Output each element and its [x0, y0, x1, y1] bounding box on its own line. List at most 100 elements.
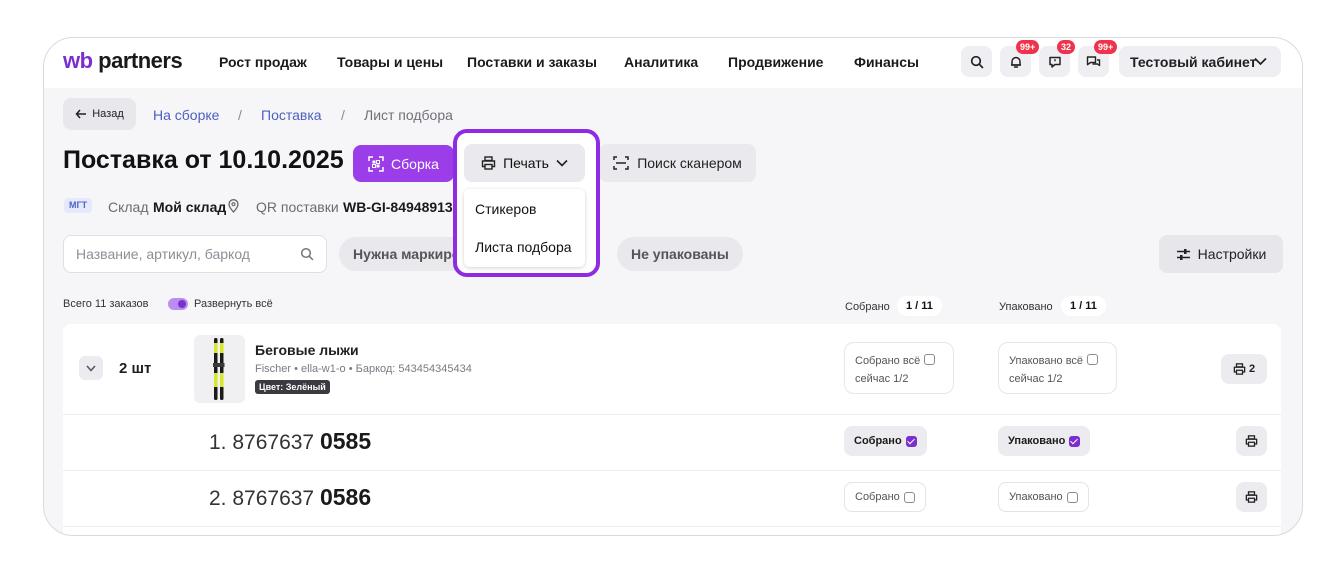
collected-summary-label: Собрано: [845, 301, 890, 313]
back-button[interactable]: Назад: [63, 98, 136, 130]
row-divider: [63, 470, 1281, 471]
item-packed-label: Упаковано: [1009, 491, 1063, 503]
search-input[interactable]: [74, 245, 298, 263]
scanner-search-label: Поиск сканером: [637, 155, 742, 171]
nav-promotion[interactable]: Продвижение: [728, 54, 823, 70]
packed-all-label: Упаковано всё: [1009, 355, 1084, 367]
search-button[interactable]: [961, 46, 992, 77]
print-item-button[interactable]: [1236, 426, 1267, 456]
print-menu-stickers[interactable]: Стикеров: [475, 201, 536, 217]
settings-label: Настройки: [1197, 246, 1267, 262]
chevron-down-icon: [1254, 57, 1267, 66]
chats-button[interactable]: 99+: [1078, 40, 1118, 77]
breadcrumb-current: Лист подбора: [364, 107, 453, 123]
nav-finance[interactable]: Финансы: [854, 54, 919, 70]
item-collected-toggle[interactable]: Собрано: [844, 482, 926, 512]
account-switcher[interactable]: Тестовый кабинет: [1119, 46, 1281, 77]
breadcrumb-separator: /: [341, 107, 345, 123]
skis-image: [213, 338, 225, 400]
feedback-button[interactable]: 32: [1039, 40, 1076, 77]
row-divider: [63, 414, 1281, 415]
item-collected-toggle[interactable]: Собрано: [844, 426, 927, 456]
packed-summary-label: Упаковано: [999, 301, 1053, 313]
product-quantity: 2 шт: [119, 360, 152, 377]
nav-analytics[interactable]: Аналитика: [624, 54, 698, 70]
breadcrumb-supply[interactable]: Поставка: [261, 107, 322, 123]
item-packed-toggle[interactable]: Упаковано: [998, 482, 1089, 512]
nav-sales-growth[interactable]: Рост продаж: [219, 54, 307, 70]
chat-icon: [1086, 55, 1101, 66]
print-label: Печать: [503, 155, 549, 171]
product-name: Беговые лыжи: [255, 342, 359, 358]
item-packed-checkbox[interactable]: [1066, 491, 1078, 503]
search-icon: [300, 247, 314, 261]
print-button[interactable]: Печать: [464, 144, 585, 182]
item-collected-label: Собрано: [855, 491, 900, 503]
print-item-button[interactable]: [1236, 482, 1267, 512]
collapse-row-button[interactable]: [79, 356, 103, 380]
item-index: 2.: [209, 487, 227, 510]
warehouse-value: Мой склад: [153, 199, 227, 215]
chevron-down-icon: [556, 159, 568, 167]
qr-value: WB-GI-84948913: [343, 199, 453, 215]
print-product-button[interactable]: 2: [1221, 354, 1267, 384]
item-row-number: 2. 8767637 0586: [209, 484, 371, 511]
collected-all-checkbox[interactable]: [924, 354, 936, 365]
item-collected-checkbox[interactable]: [903, 491, 915, 503]
logo-wb: wb: [63, 48, 93, 73]
back-label: Назад: [92, 108, 124, 120]
logo[interactable]: wb partners: [63, 48, 183, 74]
scanner-search-button[interactable]: Поиск сканером: [599, 144, 756, 182]
bell-icon: [1010, 56, 1021, 68]
packed-all-row: Упаковано всё: [1009, 354, 1099, 367]
item-collected-checkbox[interactable]: [905, 435, 917, 447]
top-bar: wb partners Рост продаж Товары и цены По…: [44, 38, 1302, 88]
product-image[interactable]: [194, 335, 245, 403]
settings-button[interactable]: Настройки: [1159, 235, 1283, 273]
page-title: Поставка от 10.10.2025: [63, 146, 344, 174]
assemble-label: Сборка: [391, 155, 439, 172]
printer-icon: [481, 156, 496, 170]
item-code-suffix: 0586: [319, 484, 372, 510]
printer-icon: [1245, 435, 1258, 447]
packed-now: сейчас 1/2: [1009, 373, 1063, 385]
notifications-button[interactable]: 99+: [1000, 40, 1040, 77]
expand-all-label: Развернуть всё: [194, 298, 273, 310]
sliders-icon: [1176, 248, 1190, 260]
app-frame: wb partners Рост продаж Товары и цены По…: [43, 37, 1303, 536]
feedback-icon: [1048, 56, 1061, 68]
item-collected-label: Собрано: [854, 435, 902, 447]
notifications-badge: 99+: [1016, 40, 1040, 54]
item-code-suffix: 0585: [319, 428, 372, 454]
search-field[interactable]: [63, 235, 327, 273]
arrow-left-icon: [75, 109, 87, 119]
item-packed-checkbox[interactable]: [1069, 435, 1081, 447]
chats-badge: 99+: [1094, 40, 1118, 54]
collected-all-box[interactable]: Собрано всё сейчас 1/2: [844, 342, 954, 394]
product-meta: Fischer • ella-w1-o • Баркод: 5434543454…: [255, 363, 472, 375]
print-product-count: 2: [1248, 363, 1256, 375]
breadcrumb-assembly[interactable]: На сборке: [153, 107, 219, 123]
packed-all-box[interactable]: Упаковано всё сейчас 1/2: [998, 342, 1117, 394]
packed-all-checkbox[interactable]: [1087, 354, 1099, 365]
account-name: Тестовый кабинет: [1130, 53, 1257, 70]
collected-all-label: Собрано всё: [855, 355, 921, 367]
collected-summary-count: 1 / 11: [897, 296, 942, 316]
nav-supplies-orders[interactable]: Поставки и заказы: [467, 54, 597, 70]
print-dropdown-menu: Стикеров Листа подбора: [464, 189, 585, 267]
assemble-button[interactable]: Сборка: [353, 145, 454, 182]
nav-goods-prices[interactable]: Товары и цены: [337, 54, 443, 70]
print-menu-picking-list[interactable]: Листа подбора: [475, 239, 572, 255]
printer-icon: [1245, 491, 1258, 503]
location-pin-icon: [228, 199, 239, 213]
feedback-badge: 32: [1057, 40, 1076, 54]
warehouse-label: Склад: [108, 199, 149, 215]
item-row-number: 1. 8767637 0585: [209, 428, 371, 455]
filter-chip-not-packed[interactable]: Не упакованы: [617, 237, 743, 271]
item-code-prefix: 8767637: [232, 487, 315, 510]
item-index: 1.: [209, 431, 227, 454]
expand-all-toggle[interactable]: [168, 298, 188, 310]
item-packed-toggle[interactable]: Упаковано: [998, 426, 1091, 456]
product-color-tag: Цвет: Зелёный: [255, 380, 330, 394]
item-packed-label: Упаковано: [1008, 435, 1066, 447]
